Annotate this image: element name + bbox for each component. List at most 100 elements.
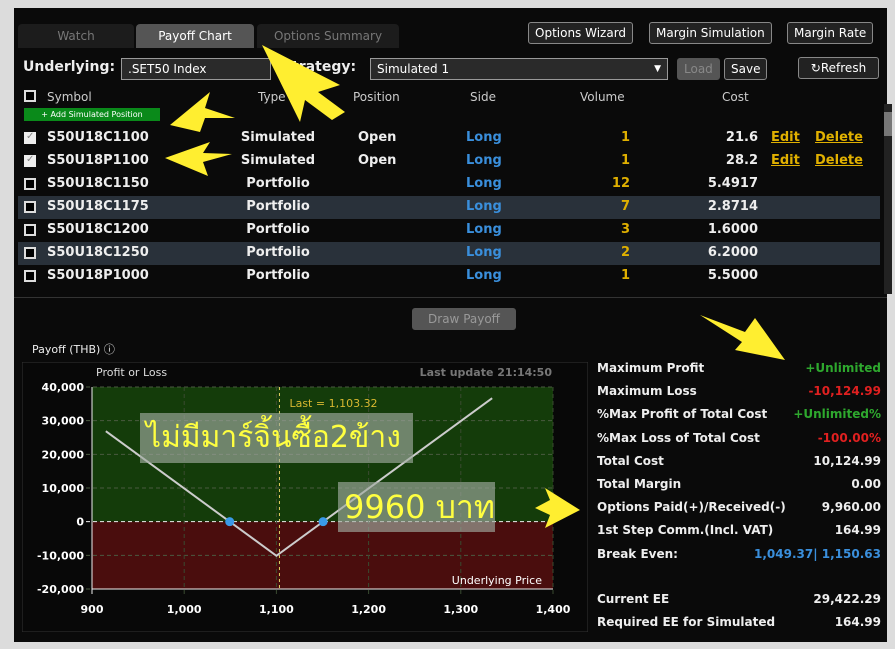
side: Long — [466, 176, 502, 191]
cost: 5.4917 — [707, 176, 758, 191]
delete-link[interactable]: Delete — [815, 130, 863, 145]
info-icon[interactable]: ⓘ — [104, 343, 115, 356]
margin-simulation-button[interactable]: Margin Simulation — [649, 22, 772, 44]
annotation-9960: 9960 บาท — [338, 482, 495, 532]
save-button[interactable]: Save — [724, 58, 768, 80]
options-wizard-button[interactable]: Options Wizard — [528, 22, 634, 44]
stat-label: Total Cost — [597, 453, 664, 468]
header-side: Side — [470, 90, 496, 104]
side: Long — [466, 245, 502, 260]
divider — [14, 297, 887, 298]
row-checkbox[interactable] — [24, 131, 36, 144]
underlying-select[interactable]: .SET50 Index — [121, 58, 271, 80]
stat-label: Break Even: — [597, 546, 678, 561]
volume: 7 — [620, 199, 630, 214]
draw-payoff-button[interactable]: Draw Payoff — [412, 308, 516, 330]
underlying-label: Underlying: — [23, 59, 116, 75]
table-row[interactable]: S50U18P1000 Portfolio Long 1 5.5000 — [18, 265, 880, 288]
load-button[interactable]: Load — [677, 58, 720, 80]
type: Portfolio — [246, 222, 310, 237]
refresh-icon: ↻ — [810, 61, 821, 75]
y-tick-label: 0 — [76, 516, 84, 529]
y-tick-label: -20,000 — [37, 583, 84, 596]
stat-value: 9,960.00 — [821, 500, 881, 515]
annotation-no-margin: ไม่มีมาร์จิ้นซื้อ2ข้าง — [140, 413, 413, 463]
last-price-label: Last = 1,103.32 — [289, 397, 377, 410]
volume: 2 — [620, 245, 630, 260]
payoff-title-text: Payoff (THB) — [32, 343, 101, 356]
x-tick-label: 1,300 — [443, 603, 478, 616]
stat-row: Maximum Profit +Unlimited — [597, 357, 881, 380]
header-type: Type — [258, 90, 286, 104]
stat-label: Options Paid(+)/Received(-) — [597, 500, 786, 515]
row-checkbox[interactable] — [24, 270, 36, 282]
stat-value: 10,124.99 — [813, 453, 881, 468]
stat-row: %Max Loss of Total Cost -100.00% — [597, 427, 881, 450]
payoff-chart: 40,000 30,000 20,000 10,000 0 -10,000 -20,000 9… — [22, 362, 588, 632]
type: Portfolio — [246, 176, 310, 191]
tab-options-summary[interactable]: Options Summary — [257, 24, 399, 48]
volume: 1 — [620, 268, 630, 283]
refresh-label: Refresh — [820, 61, 867, 75]
table-row[interactable]: S50U18C1250 Portfolio Long 2 6.2000 — [18, 242, 880, 265]
tab-payoff-chart[interactable]: Payoff Chart — [136, 24, 254, 48]
type: Simulated — [240, 153, 316, 168]
row-checkbox[interactable] — [24, 201, 36, 213]
symbol: S50U18C1175 — [47, 199, 149, 214]
margin-rate-button[interactable]: Margin Rate — [787, 22, 874, 44]
stat-value: +Unlimited% — [793, 407, 881, 422]
table-row[interactable]: S50U18C1100 Simulated Open Long 1 21.6 Ed… — [18, 127, 880, 150]
cost: 6.2000 — [707, 245, 758, 260]
stat-label: Maximum Loss — [597, 384, 697, 399]
stat-value: 1,049.37| 1,150.63 — [754, 546, 881, 561]
y-tick-label: 20,000 — [42, 448, 85, 461]
y-tick-label: 40,000 — [42, 381, 85, 394]
side: Long — [466, 222, 502, 237]
symbol: S50U18C1100 — [47, 130, 149, 145]
stat-row: Current EE 29,422.29 — [597, 588, 881, 611]
stat-value: 164.99 — [834, 615, 881, 629]
symbol: S50U18P1000 — [47, 268, 149, 283]
chevron-down-icon: ▼ — [654, 64, 661, 74]
y-tick-label: 30,000 — [42, 415, 85, 428]
edit-link[interactable]: Edit — [771, 153, 800, 168]
cost: 1.6000 — [707, 222, 758, 237]
y-tick-label: -10,000 — [37, 549, 84, 562]
table-row[interactable]: S50U18C1150 Portfolio Long 12 5.4917 — [18, 173, 880, 196]
table-row[interactable]: S50U18P1100 Simulated Open Long 1 28.2 Ed… — [18, 150, 880, 173]
break-even-point — [318, 517, 328, 527]
row-checkbox[interactable] — [24, 178, 36, 190]
tab-watch[interactable]: Watch — [18, 24, 134, 48]
table-row[interactable]: S50U18C1200 Portfolio Long 3 1.6000 — [18, 219, 880, 242]
table-row[interactable]: S50U18C1175 Portfolio Long 7 2.8714 — [18, 196, 880, 219]
cost: 2.8714 — [707, 199, 758, 214]
payoff-title: Payoff (THB) ⓘ — [32, 341, 115, 357]
stat-row: 1st Step Comm.(Incl. VAT) 164.99 — [597, 519, 881, 542]
delete-link[interactable]: Delete — [815, 153, 863, 168]
row-checkbox[interactable] — [24, 154, 36, 167]
stat-label: %Max Loss of Total Cost — [597, 430, 760, 445]
row-checkbox[interactable] — [24, 247, 36, 259]
x-tick-label: 1,000 — [167, 603, 202, 616]
strategy-value: Simulated 1 — [377, 62, 450, 76]
x-tick-label: 1,100 — [259, 603, 294, 616]
refresh-button[interactable]: ↻Refresh — [798, 57, 879, 79]
stat-row: Total Cost 10,124.99 — [597, 450, 881, 473]
strategy-select[interactable]: Simulated 1 ▼ — [370, 58, 668, 80]
type: Portfolio — [246, 245, 310, 260]
volume: 12 — [611, 176, 630, 191]
stat-label: Maximum Profit — [597, 361, 705, 375]
scrollbar-thumb[interactable] — [884, 112, 892, 136]
select-all-checkbox[interactable] — [24, 90, 36, 102]
row-checkbox[interactable] — [24, 224, 36, 236]
side: Long — [466, 199, 502, 214]
symbol: S50U18C1250 — [47, 245, 149, 260]
volume: 3 — [620, 222, 630, 237]
edit-link[interactable]: Edit — [771, 130, 800, 145]
cost: 21.6 — [725, 130, 758, 145]
header-symbol: Symbol — [47, 90, 92, 104]
header-volume: Volume — [580, 90, 625, 104]
add-simulated-position-button[interactable]: + Add Simulated Position — [24, 108, 160, 121]
table-scrollbar[interactable] — [884, 104, 892, 294]
side: Long — [466, 268, 502, 283]
